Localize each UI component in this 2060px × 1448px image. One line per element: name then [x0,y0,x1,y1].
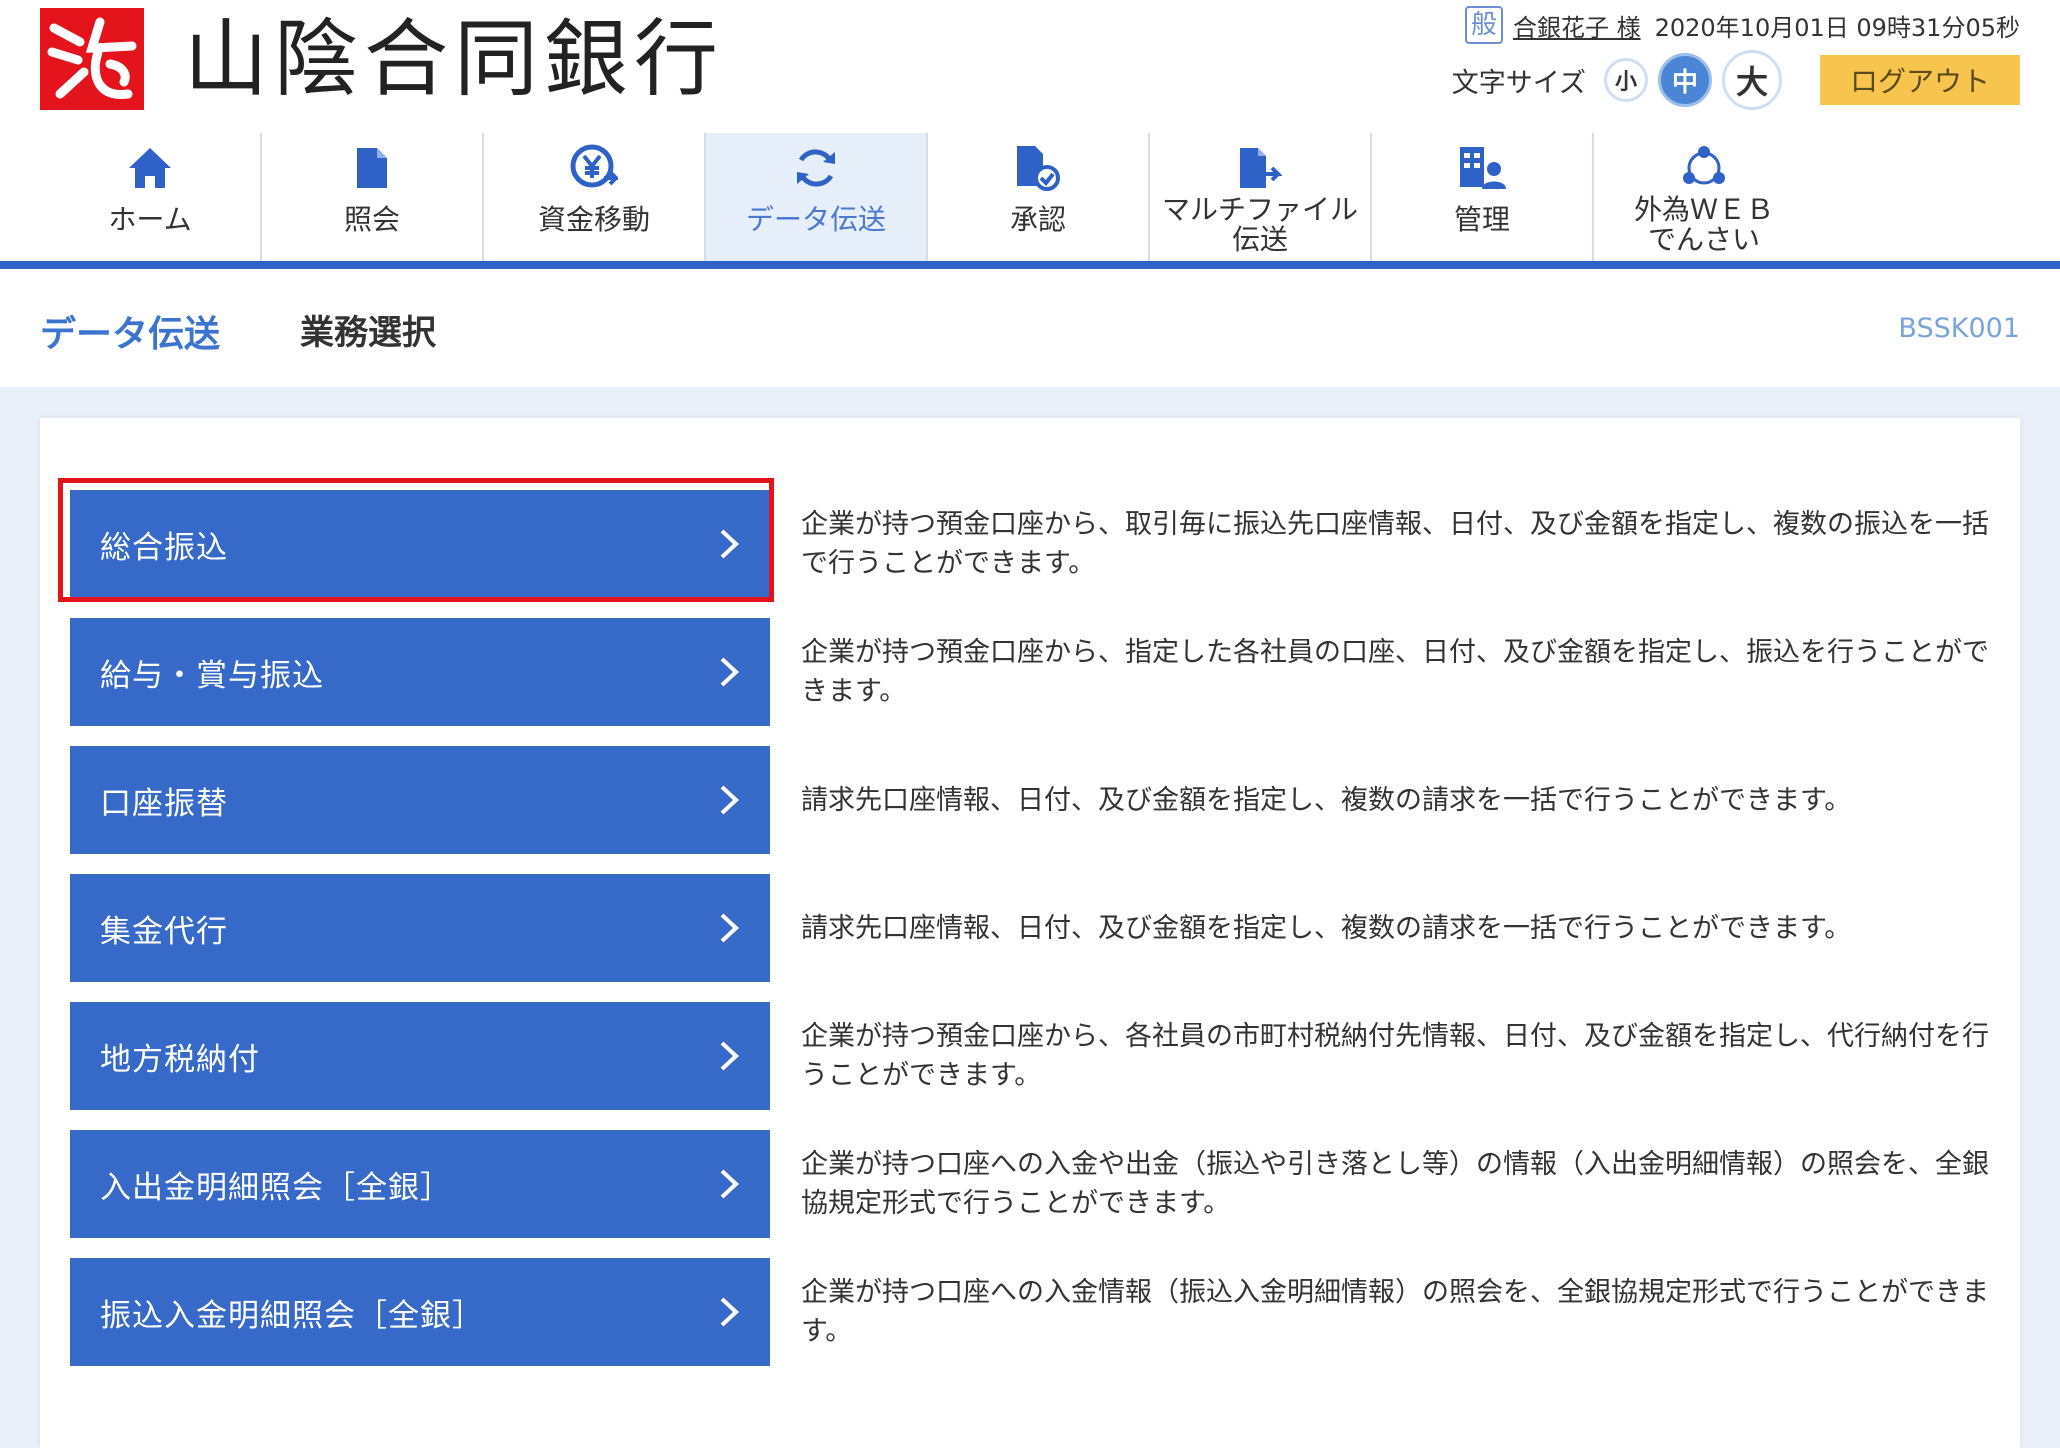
menu-description: 企業が持つ口座への入金や出金（振込や引き落とし等）の情報（入出金明細情報）の照会… [801,1149,1989,1219]
yen-transfer-icon [570,144,618,188]
menu-button-salary-bonus[interactable]: 給与・賞与振込 [70,618,770,726]
nav-label: 外為ＷＥＢ でんさい [1634,195,1774,255]
document-icon [357,148,387,188]
menu-row: 総合振込 企業が持つ預金口座から、取引毎に振込先口座情報、日付、及び金額を指定し… [58,478,1990,602]
menu-description: 請求先口座情報、日付、及び金額を指定し、複数の請求を一括で行うことができます。 [801,912,1852,944]
nav-label: 照会 [343,203,400,236]
menu-row: 振込入金明細照会［全銀］ 企業が持つ口座への入金情報（振込入金明細情報）の照会を… [70,1258,1990,1366]
menu-button-label: 地方税納付 [100,1041,260,1078]
menu-row: 口座振替 請求先口座情報、日付、及び金額を指定し、複数の請求を一括で行うことがで… [70,746,1990,854]
logout-button[interactable]: ログアウト [1820,55,2020,105]
nav-label-line2: 伝送 [1231,223,1288,256]
nav-label: 資金移動 [537,203,650,236]
menu-button-deposit-withdrawal-inquiry[interactable]: 入出金明細照会［全銀］ [70,1130,770,1238]
menu-button-account-transfer[interactable]: 口座振替 [70,746,770,854]
menu-panel: 総合振込 企業が持つ預金口座から、取引毎に振込先口座情報、日付、及び金額を指定し… [40,418,2020,1448]
nav-label: データ伝送 [745,203,886,236]
nav-label-line1: マルチファイル [1161,193,1358,226]
page-title: データ伝送 [40,314,221,355]
chevron-right-icon [720,1169,739,1199]
global-nav: ホーム 照会 資金移動 データ伝送 承認 マルチファイル 伝送 管理 外為ＷＥＢ… [0,133,2060,269]
nav-label: 管理 [1453,203,1510,236]
nav-label: 承認 [1009,203,1066,236]
menu-description: 企業が持つ口座への入金情報（振込入金明細情報）の照会を、全銀協規定形式で行うこと… [801,1277,1989,1347]
nav-item-fund-transfer[interactable]: 資金移動 [484,133,706,261]
chevron-right-icon [720,1041,739,1071]
login-datetime: 2020年10月01日 09時31分05秒 [1654,13,2020,42]
font-size-medium-button[interactable]: 中 [1658,53,1712,107]
header: 山陰合同銀行 般 合銀花子 様 2020年10月01日 09時31分05秒 文字… [0,0,2060,133]
menu-row: 地方税納付 企業が持つ預金口座から、各社員の市町村税納付先情報、日付、及び金額を… [70,1002,1990,1110]
chevron-right-icon [720,529,739,559]
approve-icon [1017,146,1060,191]
menu-row: 入出金明細照会［全銀］ 企業が持つ口座への入金や出金（振込や引き落とし等）の情報… [70,1130,1990,1238]
menu-button-local-tax[interactable]: 地方税納付 [70,1002,770,1110]
page-title-bar: データ伝送 業務選択 BSSK001 [0,269,2060,387]
page-subtitle: 業務選択 [300,313,436,353]
manage-icon [1460,147,1506,189]
chevron-right-icon [720,785,739,815]
nav-item-approval[interactable]: 承認 [928,133,1150,261]
network-icon [1683,146,1725,185]
font-size-large-button[interactable]: 大 [1722,50,1782,110]
bank-logo[interactable]: 山陰合同銀行 [40,8,724,110]
nav-label-line2: でんさい [1647,223,1760,256]
nav-label: マルチファイル 伝送 [1162,195,1358,255]
menu-button-label: 総合振込 [100,529,228,566]
nav-item-multi-file[interactable]: マルチファイル 伝送 [1150,133,1372,261]
menu-button-transfer-deposit-inquiry[interactable]: 振込入金明細照会［全銀］ [70,1258,770,1366]
nav-item-inquiry[interactable]: 照会 [262,133,484,261]
nav-item-forex-densai[interactable]: 外為ＷＥＢ でんさい [1594,133,1814,261]
menu-button-label: 給与・賞与振込 [100,657,324,694]
menu-button-label: 集金代行 [100,913,228,950]
screen-code: BSSK001 [1898,313,2020,344]
menu-button-collection-agency[interactable]: 集金代行 [70,874,770,982]
font-size-label: 文字サイズ [1451,67,1586,99]
menu-row: 給与・賞与振込 企業が持つ預金口座から、指定した各社員の口座、日付、及び金額を指… [70,618,1990,726]
user-type-badge: 般 [1464,6,1503,44]
bank-logo-mark-icon [40,8,144,110]
chevron-right-icon [720,1297,739,1327]
menu-description: 企業が持つ預金口座から、指定した各社員の口座、日付、及び金額を指定し、振込を行う… [801,637,1989,707]
nav-label-line1: 外為ＷＥＢ [1633,193,1774,226]
nav-item-home[interactable]: ホーム [40,133,262,261]
nav-item-data-transfer[interactable]: データ伝送 [706,133,928,261]
menu-button-label: 振込入金明細照会［全銀］ [100,1297,484,1334]
user-info: 般 合銀花子 様 2020年10月01日 09時31分05秒 [1464,6,2020,44]
refresh-icon [797,149,835,187]
menu-description: 企業が持つ預金口座から、取引毎に振込先口座情報、日付、及び金額を指定し、複数の振… [801,509,1989,579]
menu-button-label: 入出金明細照会［全銀］ [100,1169,452,1206]
nav-item-manage[interactable]: 管理 [1372,133,1594,261]
chevron-right-icon [720,657,739,687]
chevron-right-icon [720,913,739,943]
home-icon [129,148,171,188]
multi-file-icon [1240,148,1282,188]
menu-button-label: 口座振替 [100,785,228,822]
bank-name: 山陰合同銀行 [184,10,725,108]
user-name-link[interactable]: 合銀花子 様 [1513,8,1641,43]
menu-button-sougou-furikomi[interactable]: 総合振込 [70,490,770,598]
menu-description: 企業が持つ預金口座から、各社員の市町村税納付先情報、日付、及び金額を指定し、代行… [801,1021,1989,1091]
menu-row: 集金代行 請求先口座情報、日付、及び金額を指定し、複数の請求を一括で行うことがで… [70,874,1990,982]
header-controls: 文字サイズ 小 中 大 ログアウト [1452,50,2020,110]
font-size-small-button[interactable]: 小 [1604,58,1648,102]
menu-description: 請求先口座情報、日付、及び金額を指定し、複数の請求を一括で行うことができます。 [801,784,1852,816]
nav-label: ホーム [108,203,192,236]
